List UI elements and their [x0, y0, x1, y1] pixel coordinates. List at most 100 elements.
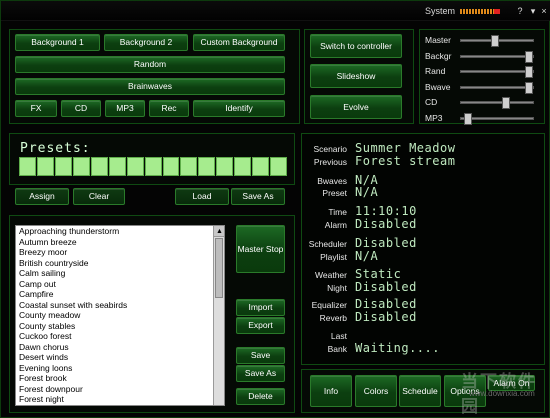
equalizer-label: Equalizer: [311, 300, 347, 310]
list-item[interactable]: Camp out: [16, 279, 224, 290]
close-icon[interactable]: ×: [538, 5, 550, 17]
list-item[interactable]: Coastal sunset with seabirds: [16, 300, 224, 311]
slider-thumb[interactable]: [525, 66, 534, 78]
list-item[interactable]: Autumn breeze: [16, 237, 224, 248]
slider-label-backgr: Backgr: [425, 50, 452, 61]
list-item[interactable]: County meadow: [16, 310, 224, 321]
bank-label: Bank: [327, 344, 347, 354]
save-button[interactable]: Save: [236, 347, 285, 364]
slider-thumb[interactable]: [490, 35, 499, 47]
slider-label-rand: Rand: [425, 66, 446, 76]
delete-button[interactable]: Delete: [236, 388, 285, 405]
rec-button[interactable]: Rec: [149, 100, 189, 117]
night-value: Disabled: [355, 280, 417, 294]
preset-slot[interactable]: [108, 157, 126, 176]
slider-cd[interactable]: [460, 97, 534, 109]
switch-to-controller-button[interactable]: Switch to controller: [310, 34, 402, 58]
list-scrollbar[interactable]: ▲: [213, 226, 224, 405]
preset-slot[interactable]: [54, 157, 72, 176]
cd-button[interactable]: CD: [61, 100, 101, 117]
background1-button[interactable]: Background 1: [15, 34, 100, 51]
alarm-value: Disabled: [355, 217, 417, 231]
schedule-tab[interactable]: Schedule: [399, 375, 441, 407]
slider-master[interactable]: [460, 35, 534, 47]
background2-button[interactable]: Background 2: [104, 34, 188, 51]
preset-slot[interactable]: [72, 157, 90, 176]
export-button[interactable]: Export: [236, 317, 285, 334]
preset-value: N/A: [355, 185, 379, 199]
save-as-button[interactable]: Save As: [236, 365, 285, 382]
slider-label-cd: CD: [425, 97, 438, 107]
preset-slot[interactable]: [36, 157, 54, 176]
list-item[interactable]: Campfire: [16, 289, 224, 300]
preset-slot[interactable]: [198, 157, 216, 176]
list-item[interactable]: Desert winds: [16, 352, 224, 363]
list-item[interactable]: Cuckoo forest: [16, 331, 224, 342]
preset-slot[interactable]: [180, 157, 198, 176]
bwaves-label: Bwaves: [317, 176, 347, 186]
equalizer-value: Disabled: [355, 297, 417, 311]
list-item[interactable]: British countryside: [16, 258, 224, 269]
weather-value: Static: [355, 267, 402, 281]
list-item[interactable]: Calm sailing: [16, 268, 224, 279]
preset-slot[interactable]: [216, 157, 234, 176]
save-as-preset-button[interactable]: Save As: [231, 188, 285, 205]
system-label: System: [425, 6, 456, 16]
list-item[interactable]: Approaching thunderstorm: [16, 226, 224, 237]
scenario-value: Summer Meadow: [355, 141, 456, 155]
list-item[interactable]: Forest stream: [16, 405, 224, 406]
preset-slot[interactable]: [252, 157, 270, 176]
slider-backgr[interactable]: [460, 50, 534, 63]
custom-background-button[interactable]: Custom Background: [193, 34, 285, 51]
import-button[interactable]: Import: [236, 299, 285, 316]
preset-slot[interactable]: [19, 157, 36, 176]
help-icon[interactable]: ?: [514, 5, 526, 17]
preset-slot[interactable]: [126, 157, 144, 176]
bank-value: Waiting....: [355, 341, 440, 355]
clear-button[interactable]: Clear: [73, 188, 125, 205]
evolve-button[interactable]: Evolve: [310, 95, 402, 119]
preset-slot[interactable]: [90, 157, 108, 176]
slider-label-mp3: MP3: [425, 112, 443, 123]
list-item[interactable]: Forest night: [16, 394, 224, 405]
list-item[interactable]: County stables: [16, 321, 224, 332]
slider-rand[interactable]: [460, 66, 534, 78]
slider-thumb[interactable]: [501, 97, 510, 109]
brainwaves-button[interactable]: Brainwaves: [15, 78, 285, 95]
mp3-button[interactable]: MP3: [105, 100, 145, 117]
scenario-list[interactable]: Approaching thunderstorm Autumn breeze Bre…: [15, 225, 225, 406]
slider-thumb[interactable]: [464, 112, 473, 125]
list-item[interactable]: Breezy moor: [16, 247, 224, 258]
slider-thumb[interactable]: [525, 81, 534, 94]
playlist-label: Playlist: [320, 252, 347, 262]
reverb-label: Reverb: [319, 313, 347, 323]
list-item[interactable]: Evening loons: [16, 363, 224, 374]
slider-bwave[interactable]: [460, 81, 534, 94]
assign-button[interactable]: Assign: [15, 188, 69, 205]
load-button[interactable]: Load: [175, 188, 229, 205]
identify-button[interactable]: Identify: [193, 100, 285, 117]
scroll-up-icon[interactable]: ▲: [214, 226, 224, 237]
preset-slot[interactable]: [234, 157, 252, 176]
slider-thumb[interactable]: [525, 50, 534, 63]
slider-mp3[interactable]: [460, 112, 534, 125]
night-label: Night: [327, 283, 347, 293]
scrollbar-thumb[interactable]: [215, 238, 223, 298]
preset-slot[interactable]: [270, 157, 288, 176]
list-item[interactable]: Forest brook: [16, 373, 224, 384]
list-item[interactable]: Forest downpour: [16, 384, 224, 395]
preset-slot[interactable]: [162, 157, 180, 176]
scenario-label: Scenario: [313, 144, 347, 154]
weather-label: Weather: [315, 270, 347, 280]
preset-slot[interactable]: [144, 157, 162, 176]
colors-tab[interactable]: Colors: [355, 375, 397, 407]
master-stop-button[interactable]: Master Stop: [236, 225, 285, 273]
info-tab[interactable]: Info: [310, 375, 352, 407]
list-item[interactable]: Dawn chorus: [16, 342, 224, 353]
alarm-label: Alarm: [324, 220, 347, 230]
fx-button[interactable]: FX: [15, 100, 57, 117]
slider-label-bwave: Bwave: [425, 81, 451, 92]
slideshow-button[interactable]: Slideshow: [310, 64, 402, 88]
random-button[interactable]: Random: [15, 56, 285, 73]
previous-value: Forest stream: [355, 154, 456, 168]
